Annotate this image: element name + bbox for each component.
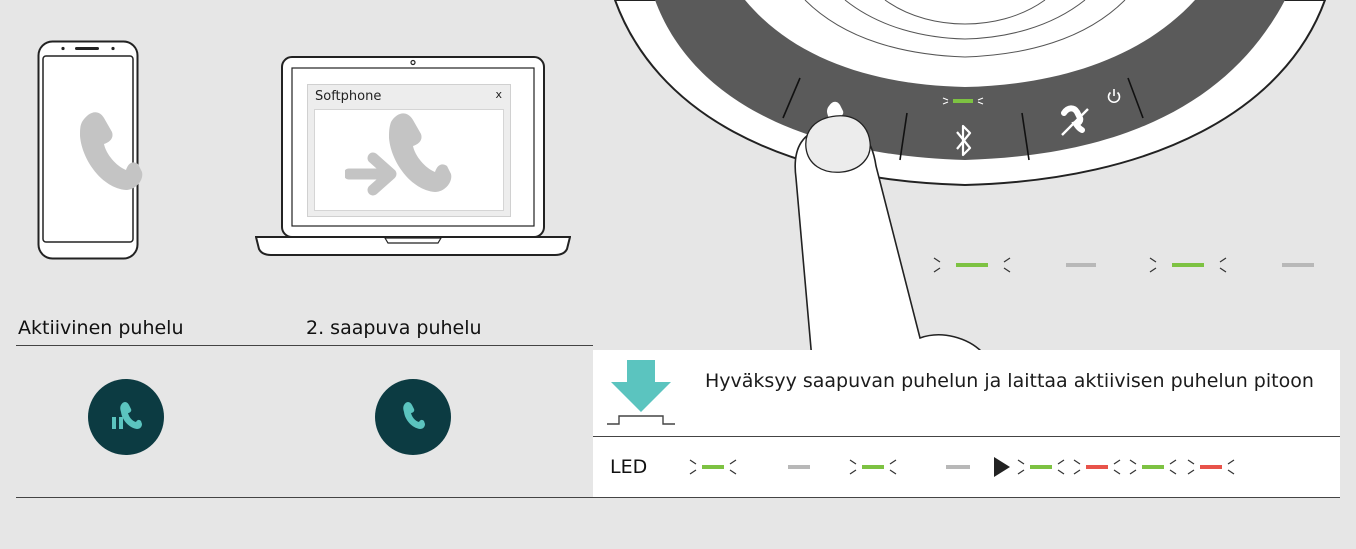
active-call-label: Aktiivinen puhelu — [18, 317, 184, 339]
led-red-blink — [1073, 459, 1121, 475]
power-icon — [1106, 88, 1122, 104]
led-green-blink — [689, 459, 737, 475]
sequence-arrow — [994, 457, 1010, 477]
action-description: Hyväksyy saapuvan puhelun ja laittaa akt… — [705, 370, 1314, 392]
press-down-arrow-icon — [605, 360, 677, 426]
call-hold-icon — [88, 379, 164, 455]
led-green-blink — [1129, 459, 1177, 475]
led-sequence-bottom — [688, 455, 1338, 479]
softphone-incoming-icon — [345, 112, 475, 200]
phone-handset-icon — [76, 110, 144, 194]
led-label: LED — [610, 456, 648, 478]
pressing-finger — [792, 108, 982, 360]
speaker-status-led — [939, 95, 987, 107]
softphone-title: Softphone — [315, 89, 382, 104]
second-call-label: 2. saapuva puhelu — [306, 317, 482, 339]
led-green-blink — [933, 257, 1011, 273]
led-green-blink — [1149, 257, 1227, 273]
led-red-blink — [1187, 459, 1235, 475]
led-sequence-top — [930, 254, 1330, 276]
end-call-icon[interactable] — [1058, 103, 1102, 137]
led-green-blink — [1017, 459, 1065, 475]
bottom-divider — [16, 497, 1340, 498]
led-green-blink — [849, 459, 897, 475]
call-answer-icon — [375, 379, 451, 455]
close-icon[interactable]: x — [495, 88, 502, 101]
labels-divider — [16, 345, 593, 346]
